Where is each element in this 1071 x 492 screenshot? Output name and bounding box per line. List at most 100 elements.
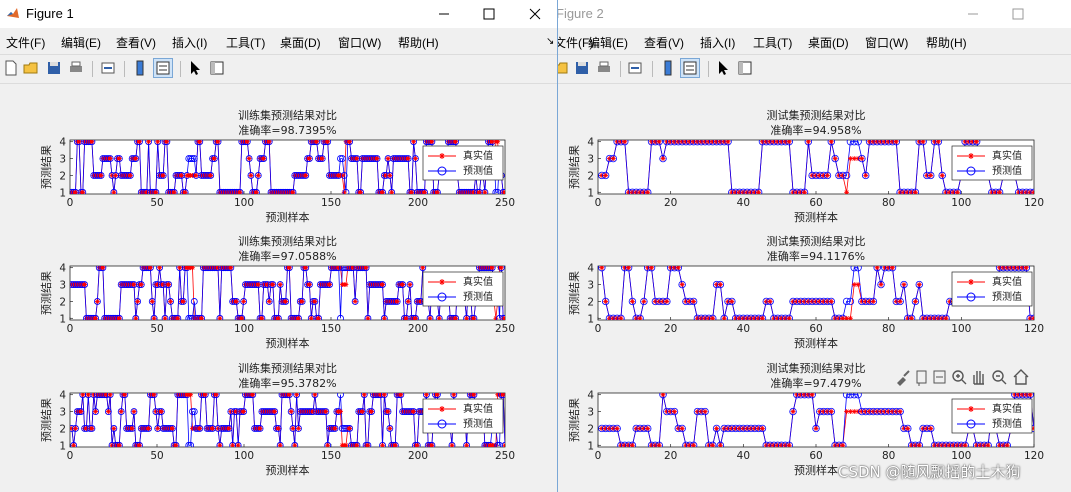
y-tick-label: 4: [587, 390, 594, 402]
legend-icon[interactable]: [933, 370, 946, 384]
title-bar[interactable]: Figure 1: [0, 0, 557, 28]
true-point: [171, 189, 177, 194]
menu-edit[interactable]: 编辑(E): [61, 34, 101, 51]
home-icon[interactable]: [1013, 369, 1029, 385]
menu-file[interactable]: 文件(F): [6, 34, 45, 51]
x-tick-label: 0: [67, 323, 74, 335]
menu-desktop[interactable]: 桌面(D): [808, 34, 849, 51]
true-point: [113, 173, 119, 178]
true-point: [729, 299, 735, 304]
open-folder-icon[interactable]: [22, 59, 40, 77]
zoom-in-icon[interactable]: [952, 370, 967, 385]
true-point: [413, 156, 418, 161]
subplot-3[interactable]: 训练集预测结果对比准确率=95.3782% 0 50 100 150 200 250 1 2 3 4…: [40, 361, 515, 477]
menu-view[interactable]: 查看(V): [116, 34, 156, 51]
legend[interactable]: 真实值预测值: [422, 271, 504, 307]
legend[interactable]: 真实值预测值: [422, 398, 504, 434]
menu-help[interactable]: 帮助(H): [398, 34, 439, 51]
menu-edit[interactable]: 编辑(E): [588, 34, 628, 51]
pointer-icon[interactable]: [186, 59, 204, 77]
link-plot-icon[interactable]: [626, 59, 644, 77]
legend-pred-label: 预测值: [463, 164, 493, 177]
true-point: [307, 282, 312, 287]
maximize-icon[interactable]: [479, 4, 499, 24]
menu-tools[interactable]: 工具(T): [753, 34, 792, 51]
new-file-icon[interactable]: [2, 59, 20, 77]
true-point: [997, 189, 1002, 194]
print-icon[interactable]: [595, 59, 613, 77]
true-point: [710, 315, 716, 320]
y-tick-label: 2: [59, 170, 66, 182]
dock-arrow-icon[interactable]: ↘: [546, 36, 554, 47]
x-tick-label: 200: [408, 450, 428, 462]
subplot-2[interactable]: 测试集预测结果对比准确率=94.1176% 0 20 40 60 80 100 120 1 2 3 4…: [568, 234, 1044, 350]
menu-tools[interactable]: 工具(T): [226, 34, 265, 51]
print-icon[interactable]: [67, 59, 85, 77]
true-point: [405, 156, 411, 161]
x-tick-label: 200: [408, 323, 428, 335]
true-point: [129, 426, 135, 431]
true-point: [369, 409, 374, 414]
true-point: [760, 426, 765, 431]
menu-insert[interactable]: 插入(I): [700, 34, 735, 51]
legend-toggle-icon[interactable]: [680, 58, 700, 78]
property-editor-icon[interactable]: [208, 59, 226, 77]
x-tick-label: 50: [150, 450, 163, 462]
pointer-icon[interactable]: [714, 59, 732, 77]
menu-help[interactable]: 帮助(H): [926, 34, 967, 51]
save-icon[interactable]: [45, 59, 63, 77]
legend-toggle-icon[interactable]: [153, 58, 173, 78]
brush-icon[interactable]: [897, 370, 910, 386]
true-point: [162, 315, 168, 320]
true-point: [489, 266, 495, 271]
open-folder-icon[interactable]: [558, 59, 570, 77]
true-point: [199, 315, 204, 320]
legend[interactable]: 真实值预测值: [951, 271, 1033, 307]
link-plot-icon[interactable]: [99, 59, 117, 77]
zoom-out-icon[interactable]: [992, 370, 1007, 385]
true-point: [786, 442, 792, 447]
legend[interactable]: 真实值预测值: [422, 145, 504, 181]
subplot-1[interactable]: 测试集预测结果对比准确率=94.958%0 20 40 60 80 100 1201234预…: [568, 108, 1044, 224]
colorbar-icon[interactable]: [659, 59, 677, 77]
true-point: [303, 173, 309, 178]
colorbar-icon[interactable]: [131, 59, 149, 77]
subplot-2[interactable]: 训练集预测结果对比准确率=97.0588% 0 50 100 150 200 250 1 2 3 4…: [40, 234, 515, 350]
subplot-1[interactable]: 训练集预测结果对比准确率=98.7395% 0 50 100 150 200 250 1 2 3 4…: [40, 108, 515, 224]
menu-view[interactable]: 查看(V): [644, 34, 684, 51]
pan-icon[interactable]: [973, 371, 984, 385]
maximize-icon[interactable]: [1008, 4, 1028, 24]
minimize-icon[interactable]: [963, 4, 983, 24]
x-tick-label: 20: [664, 197, 677, 209]
true-point: [217, 315, 223, 320]
true-point: [188, 393, 194, 398]
true-point: [398, 393, 404, 398]
true-point: [429, 442, 435, 447]
true-point: [641, 299, 647, 304]
true-point: [420, 266, 426, 271]
save-icon[interactable]: [573, 59, 591, 77]
menu-insert[interactable]: 插入(I): [172, 34, 207, 51]
true-point: [259, 315, 265, 320]
true-point: [158, 409, 164, 414]
true-point: [217, 442, 223, 447]
legend[interactable]: 真实值预测值: [951, 145, 1033, 181]
axes-toolbar: [897, 369, 1029, 386]
x-tick-label: 100: [234, 323, 254, 335]
data-tip-icon[interactable]: [916, 370, 927, 386]
minimize-icon[interactable]: [434, 4, 454, 24]
true-point: [656, 140, 662, 145]
property-editor-icon[interactable]: [736, 59, 754, 77]
true-point: [381, 393, 387, 398]
menu-window[interactable]: 窗口(W): [338, 34, 381, 51]
close-icon[interactable]: [525, 4, 545, 24]
legend[interactable]: 真实值预测值: [951, 398, 1033, 434]
true-point: [138, 282, 144, 287]
true-point: [299, 299, 305, 304]
menu-window[interactable]: 窗口(W): [865, 34, 908, 51]
title-bar[interactable]: Figure 2: [558, 0, 1071, 28]
true-point: [82, 282, 88, 287]
true-point: [95, 299, 100, 304]
menu-desktop[interactable]: 桌面(D): [280, 34, 321, 51]
y-axis-label: 预测结果: [40, 398, 53, 442]
